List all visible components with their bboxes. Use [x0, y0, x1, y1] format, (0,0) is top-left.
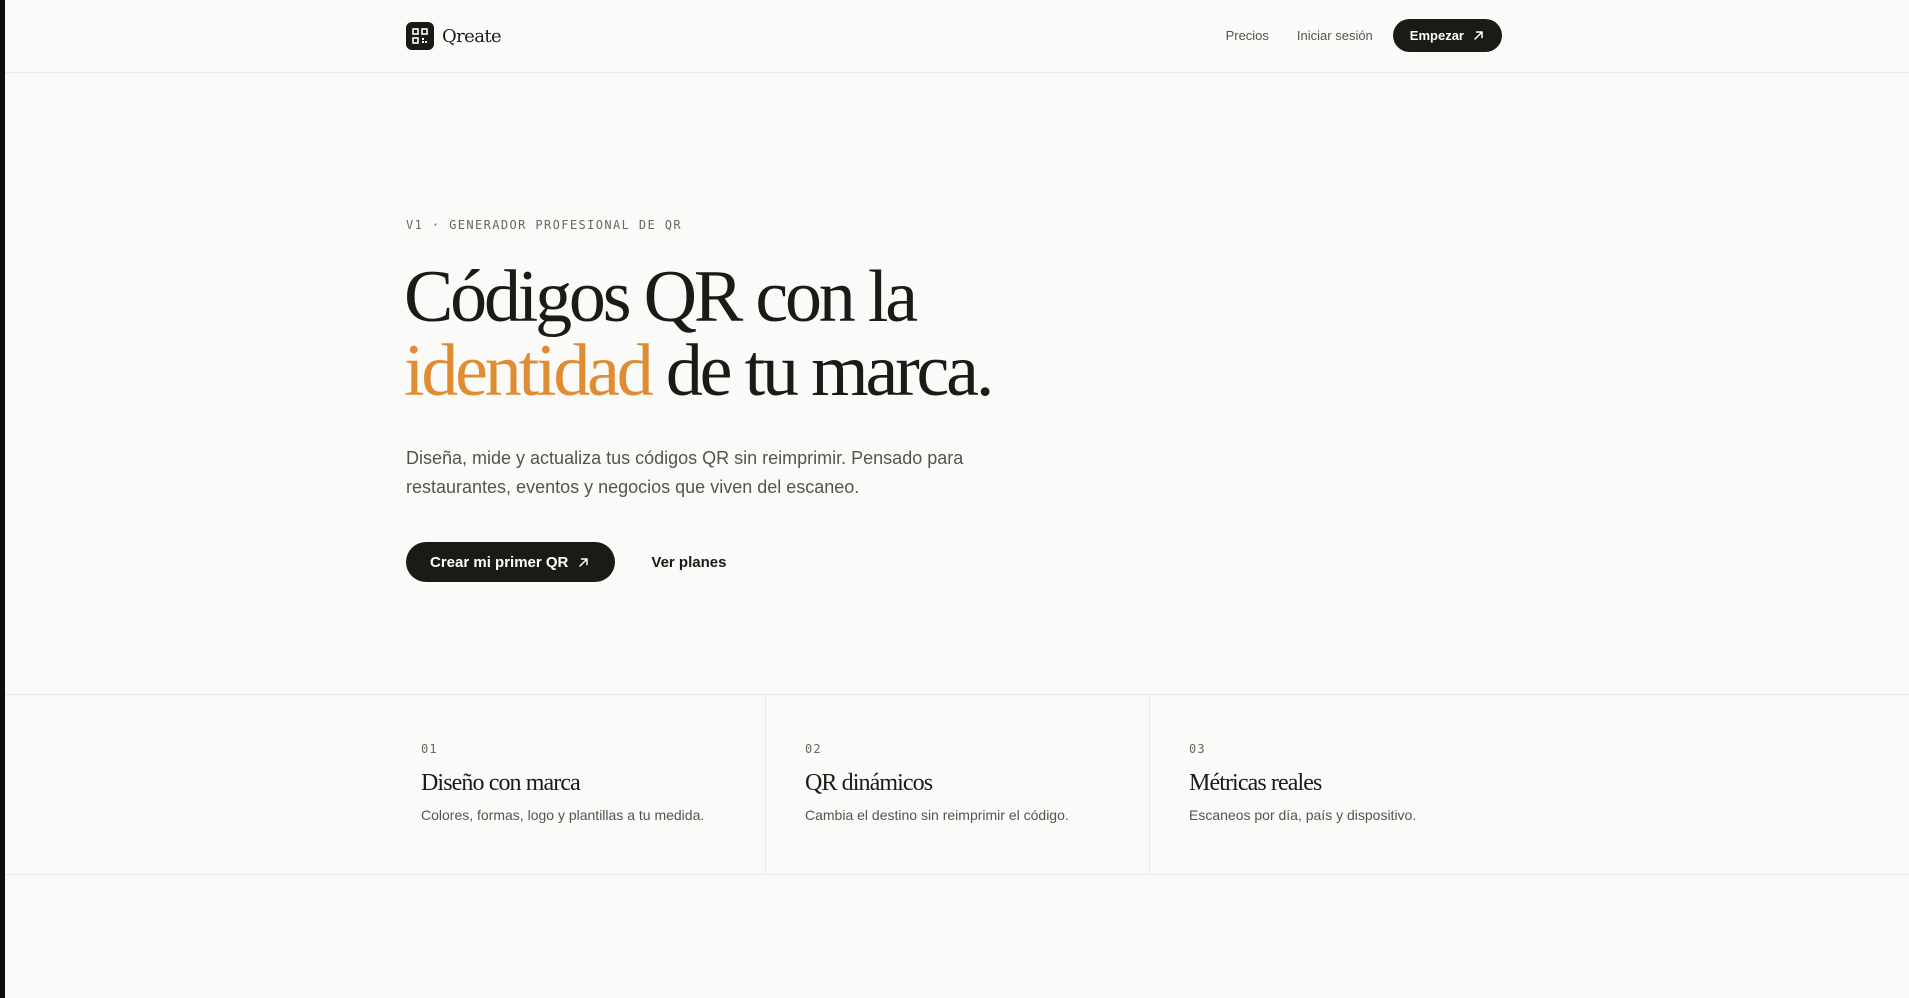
- create-first-qr-button[interactable]: Crear mi primer QR: [406, 542, 616, 582]
- feature-title: Diseño con marca: [421, 770, 581, 796]
- arrow-up-right-icon: [579, 557, 589, 567]
- feature-title: QR dinámicos: [805, 770, 933, 796]
- view-plans-link[interactable]: Ver planes: [651, 554, 726, 571]
- feature-number: 02: [805, 742, 822, 756]
- hero-title-line2: de tu marca.: [650, 330, 994, 412]
- hero-title-accent: identidad: [404, 330, 654, 412]
- feature-number: 03: [1189, 742, 1206, 756]
- brand[interactable]: Qreate: [406, 22, 502, 50]
- hero-eyebrow: V1 · GENERADOR PROFESIONAL DE QR: [406, 218, 682, 232]
- feature-title: Métricas reales: [1189, 770, 1322, 796]
- feature-description: Cambia el destino sin reimprimir el códi…: [805, 807, 1069, 823]
- arrow-up-right-icon: [1474, 31, 1483, 40]
- feature-description: Escaneos por día, país y dispositivo.: [1189, 807, 1417, 823]
- hero-title: Códigos QR con la identidad de tu marca.: [404, 260, 994, 408]
- features-strip: 01 Diseño con marca Colores, formas, log…: [5, 694, 1909, 875]
- hero-actions: Crear mi primer QR Ver planes: [406, 542, 726, 582]
- top-nav: Precios Iniciar sesión Empezar: [1226, 19, 1502, 52]
- nav-login-link[interactable]: Iniciar sesión: [1297, 28, 1373, 43]
- qr-code-icon: [406, 22, 434, 50]
- feature-description: Colores, formas, logo y plantillas a tu …: [421, 807, 705, 823]
- feature-card: 03 Métricas reales Escaneos por día, paí…: [1150, 695, 1909, 875]
- feature-card: 01 Diseño con marca Colores, formas, log…: [5, 695, 766, 875]
- start-button-label: Empezar: [1409, 28, 1464, 43]
- start-button[interactable]: Empezar: [1392, 19, 1502, 52]
- create-first-qr-label: Crear mi primer QR: [430, 553, 569, 571]
- brand-name: Qreate: [442, 25, 502, 47]
- feature-card: 02 QR dinámicos Cambia el destino sin re…: [766, 695, 1150, 875]
- hero-description: Diseña, mide y actualiza tus códigos QR …: [406, 448, 964, 497]
- nav-pricing-link[interactable]: Precios: [1226, 28, 1269, 43]
- site-header: Qreate Precios Iniciar sesión Empezar: [5, 0, 1909, 73]
- feature-number: 01: [421, 742, 438, 756]
- hero-title-line1: Códigos QR con la: [404, 256, 918, 338]
